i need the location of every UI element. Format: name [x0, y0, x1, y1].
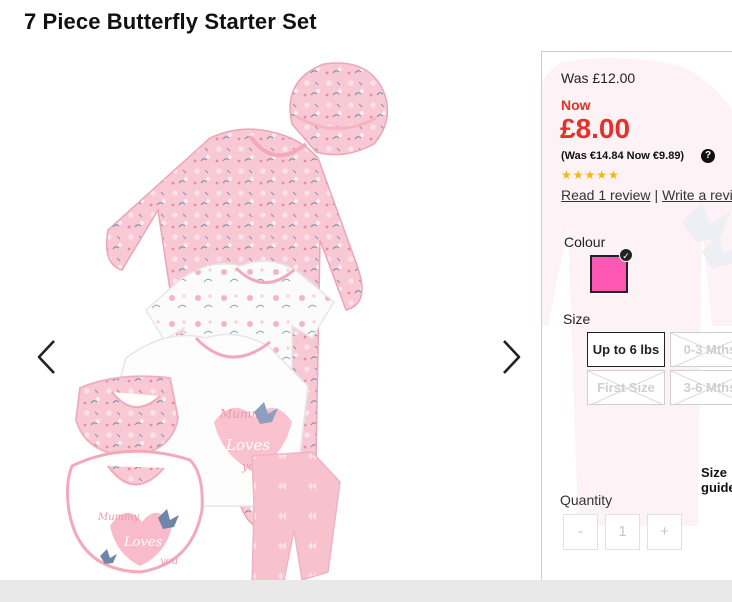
bib-text-2: you	[159, 556, 178, 567]
next-image-button[interactable]	[498, 338, 524, 376]
size-option-0-3-mths[interactable]: 0-3 Mths	[670, 332, 732, 367]
quantity-decrease-button[interactable]: -	[563, 514, 598, 550]
check-icon: ✓	[619, 248, 633, 262]
size-option-label: 3-6 Mths	[683, 380, 732, 395]
product-image: Mummy Loves you Mummy Loves you	[65, 62, 389, 580]
star-rating: ★★★★★	[561, 168, 620, 182]
reviews-links: Read 1 review|Write a review	[561, 187, 732, 203]
bib-heart-text: Loves	[123, 535, 162, 550]
current-price: £8.00	[560, 113, 631, 144]
quantity-label: Quantity	[560, 492, 613, 508]
help-icon[interactable]: ?	[701, 149, 715, 163]
colour-label: Colour	[564, 234, 606, 250]
read-reviews-link[interactable]: Read 1 review	[561, 187, 651, 203]
size-option-3-6-mths[interactable]: 3-6 Mths	[670, 370, 732, 405]
write-review-link[interactable]: Write a review	[662, 187, 732, 203]
bottom-bar	[0, 580, 732, 602]
size-label: Size	[563, 311, 591, 327]
quantity-input[interactable]: 1	[605, 514, 640, 550]
size-option-first-size[interactable]: First Size	[587, 370, 665, 405]
page-title: 7 Piece Butterfly Starter Set	[24, 9, 317, 34]
was-price: Was £12.00	[561, 70, 636, 86]
size-option-up-to-6-lbs[interactable]: Up to 6 lbs	[587, 332, 665, 367]
quantity-increase-button[interactable]: +	[647, 514, 682, 550]
reviews-separator: |	[654, 187, 659, 203]
product-gallery: Mummy Loves you Mummy Loves you	[0, 48, 540, 580]
chevron-right-icon	[503, 340, 521, 374]
vest-text-2: Loves	[225, 436, 270, 454]
euro-price: (Was €14.84 Now €9.89)	[561, 150, 685, 162]
size-option-label: 0-3 Mths	[683, 342, 732, 357]
product-details-panel: Was £12.00 Now £8.00 (Was €14.84 Now €9.…	[541, 51, 732, 591]
now-label: Now	[561, 97, 591, 113]
size-option-label: First Size	[597, 380, 655, 395]
chevron-left-icon	[37, 340, 55, 374]
size-guide-link[interactable]: Size guide	[701, 465, 732, 495]
size-option-label: Up to 6 lbs	[592, 342, 660, 357]
bib-text-1: Mummy	[97, 512, 140, 523]
prev-image-button[interactable]	[34, 338, 60, 376]
